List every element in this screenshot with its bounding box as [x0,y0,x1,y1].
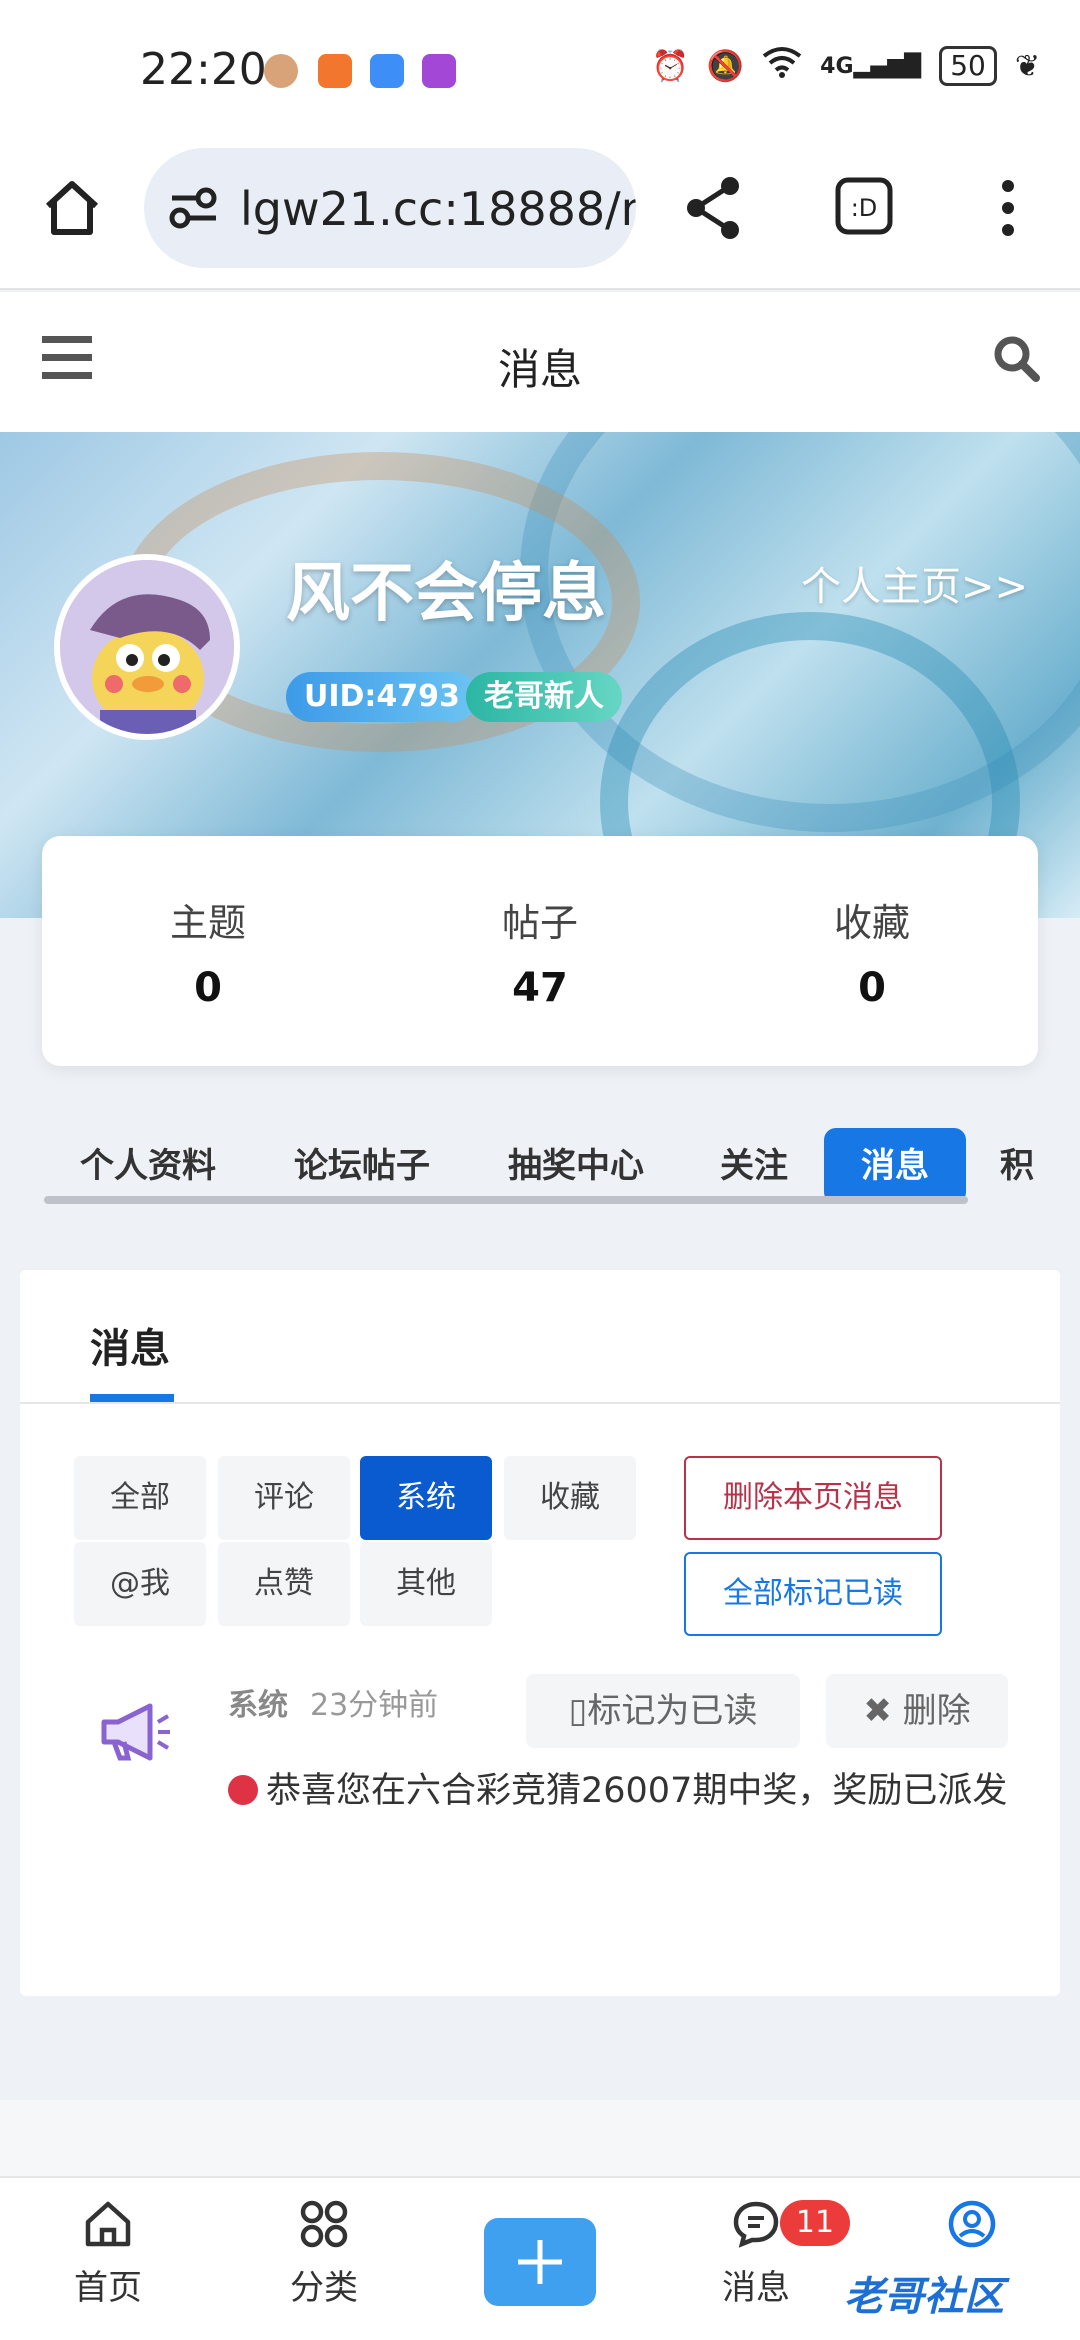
filter-likes[interactable]: 点赞 [218,1542,350,1626]
stats-card: 主题 0 帖子 47 收藏 0 [42,836,1038,1066]
search-icon[interactable] [992,334,1040,386]
leaf-icon: ❦ [1014,48,1040,84]
more-menu-icon[interactable] [998,178,1018,242]
uid-badge: UID:4793 [286,672,478,722]
tabs-scrollbar[interactable] [44,1196,968,1204]
user-icon [948,2200,996,2248]
status-bar: 22:20 ⏰ 🔕 4G▂▄▆█ 50 ❦ [0,0,1080,140]
browser-toolbar: lgw21.cc:18888/m :D [0,140,1080,290]
page-title: 消息 [497,345,582,394]
stat-value: 0 [858,965,886,1011]
filter-comments[interactable]: 评论 [218,1456,350,1540]
app-notification-icon [318,54,352,88]
tab-points[interactable]: 积 [1000,1128,1034,1204]
tab-profile[interactable]: 个人资料 [80,1128,216,1204]
homepage-link[interactable]: 个人主页>> [801,554,1028,612]
megaphone-icon [96,1692,176,1772]
site-settings-icon[interactable] [168,184,220,236]
status-time: 22:20 [140,44,267,95]
signal-icon: 4G▂▄▆█ [820,53,922,79]
home-icon[interactable] [40,176,104,244]
nav-category[interactable]: 分类 [254,2198,394,2309]
wifi-icon [762,46,802,86]
message-time: 23分钟前 [310,1688,439,1723]
level-badge: 老哥新人 [466,672,622,722]
mark-read-button[interactable]: ▯标记为已读 [526,1674,800,1748]
footer-area [0,2100,1080,2176]
avatar[interactable] [54,554,240,740]
stat-favorites[interactable]: 收藏 0 [706,836,1038,1066]
home-icon [85,2201,131,2247]
close-icon: ✖ [863,1691,892,1731]
alarm-icon: ⏰ [651,48,689,84]
svg-text::D: :D [851,194,878,222]
nav-profile[interactable] [902,2198,1042,2254]
tab-messages[interactable]: 消息 [824,1128,966,1204]
filter-other[interactable]: 其他 [360,1542,492,1626]
stat-value: 47 [512,965,568,1011]
username: 风不会停息 [286,557,606,631]
message-text: 恭喜您在六合彩竞猜26007期中奖，奖励已派发 [266,1771,1008,1811]
stat-label: 主题 [169,901,246,945]
url-bar[interactable]: lgw21.cc:18888/m [144,148,636,268]
message-body: 恭喜您在六合彩竞猜26007期中奖，奖励已派发 [228,1764,1028,1818]
unread-dot-icon [228,1775,258,1805]
new-post-button[interactable] [484,2218,596,2306]
tabs-icon[interactable]: :D [834,176,894,240]
chat-icon [733,2201,779,2248]
status-indicators: ⏰ 🔕 4G▂▄▆█ 50 ❦ [651,46,1040,86]
site-watermark-logo: 老哥社区 [844,2274,1004,2320]
nav-label: 分类 [290,2268,358,2308]
unread-count-badge: 11 [780,2200,850,2246]
tab-lottery[interactable]: 抽奖中心 [508,1128,644,1204]
cloud-notification-icon [370,54,404,88]
stat-value: 0 [194,965,222,1011]
delete-page-messages-button[interactable]: 删除本页消息 [684,1456,942,1540]
divider [20,1402,1060,1404]
browser-notification-icon [422,54,456,88]
share-icon[interactable] [684,176,744,244]
tab-forum-posts[interactable]: 论坛帖子 [294,1128,430,1204]
message-type: 系统 [228,1688,288,1723]
stat-label: 收藏 [833,901,910,945]
plus-icon [518,2240,562,2284]
grid-icon [300,2200,348,2248]
tab-following[interactable]: 关注 [720,1128,788,1204]
messages-panel: 消息 全部 评论 系统 收藏 @我 点赞 其他 删除本页消息 全部标记已读 系统… [20,1270,1060,1996]
active-tab-indicator [90,1394,174,1402]
bottom-nav: 首页 分类 消息 11 老哥社区 [0,2176,1080,2340]
filter-mentions[interactable]: @我 [74,1542,206,1626]
avatar-notification-icon [264,54,298,88]
battery-icon: 50 [939,46,997,86]
stat-posts[interactable]: 帖子 47 [374,836,706,1066]
filter-system[interactable]: 系统 [360,1456,492,1540]
url-text[interactable]: lgw21.cc:18888/m [240,182,636,236]
delete-label: 删除 [902,1691,971,1731]
nav-label: 首页 [74,2268,142,2308]
filter-all[interactable]: 全部 [74,1456,206,1540]
filter-favorites[interactable]: 收藏 [504,1456,636,1540]
nav-label: 消息 [722,2268,790,2308]
mute-icon: 🔕 [706,48,745,84]
stat-label: 帖子 [501,901,578,945]
page-header: 消息 [0,292,1080,432]
nav-home[interactable]: 首页 [38,2198,178,2309]
delete-message-button[interactable]: ✖ 删除 [826,1674,1008,1748]
panel-title[interactable]: 消息 [90,1316,170,1374]
mark-all-read-button[interactable]: 全部标记已读 [684,1552,942,1636]
stat-topics[interactable]: 主题 0 [42,836,374,1066]
